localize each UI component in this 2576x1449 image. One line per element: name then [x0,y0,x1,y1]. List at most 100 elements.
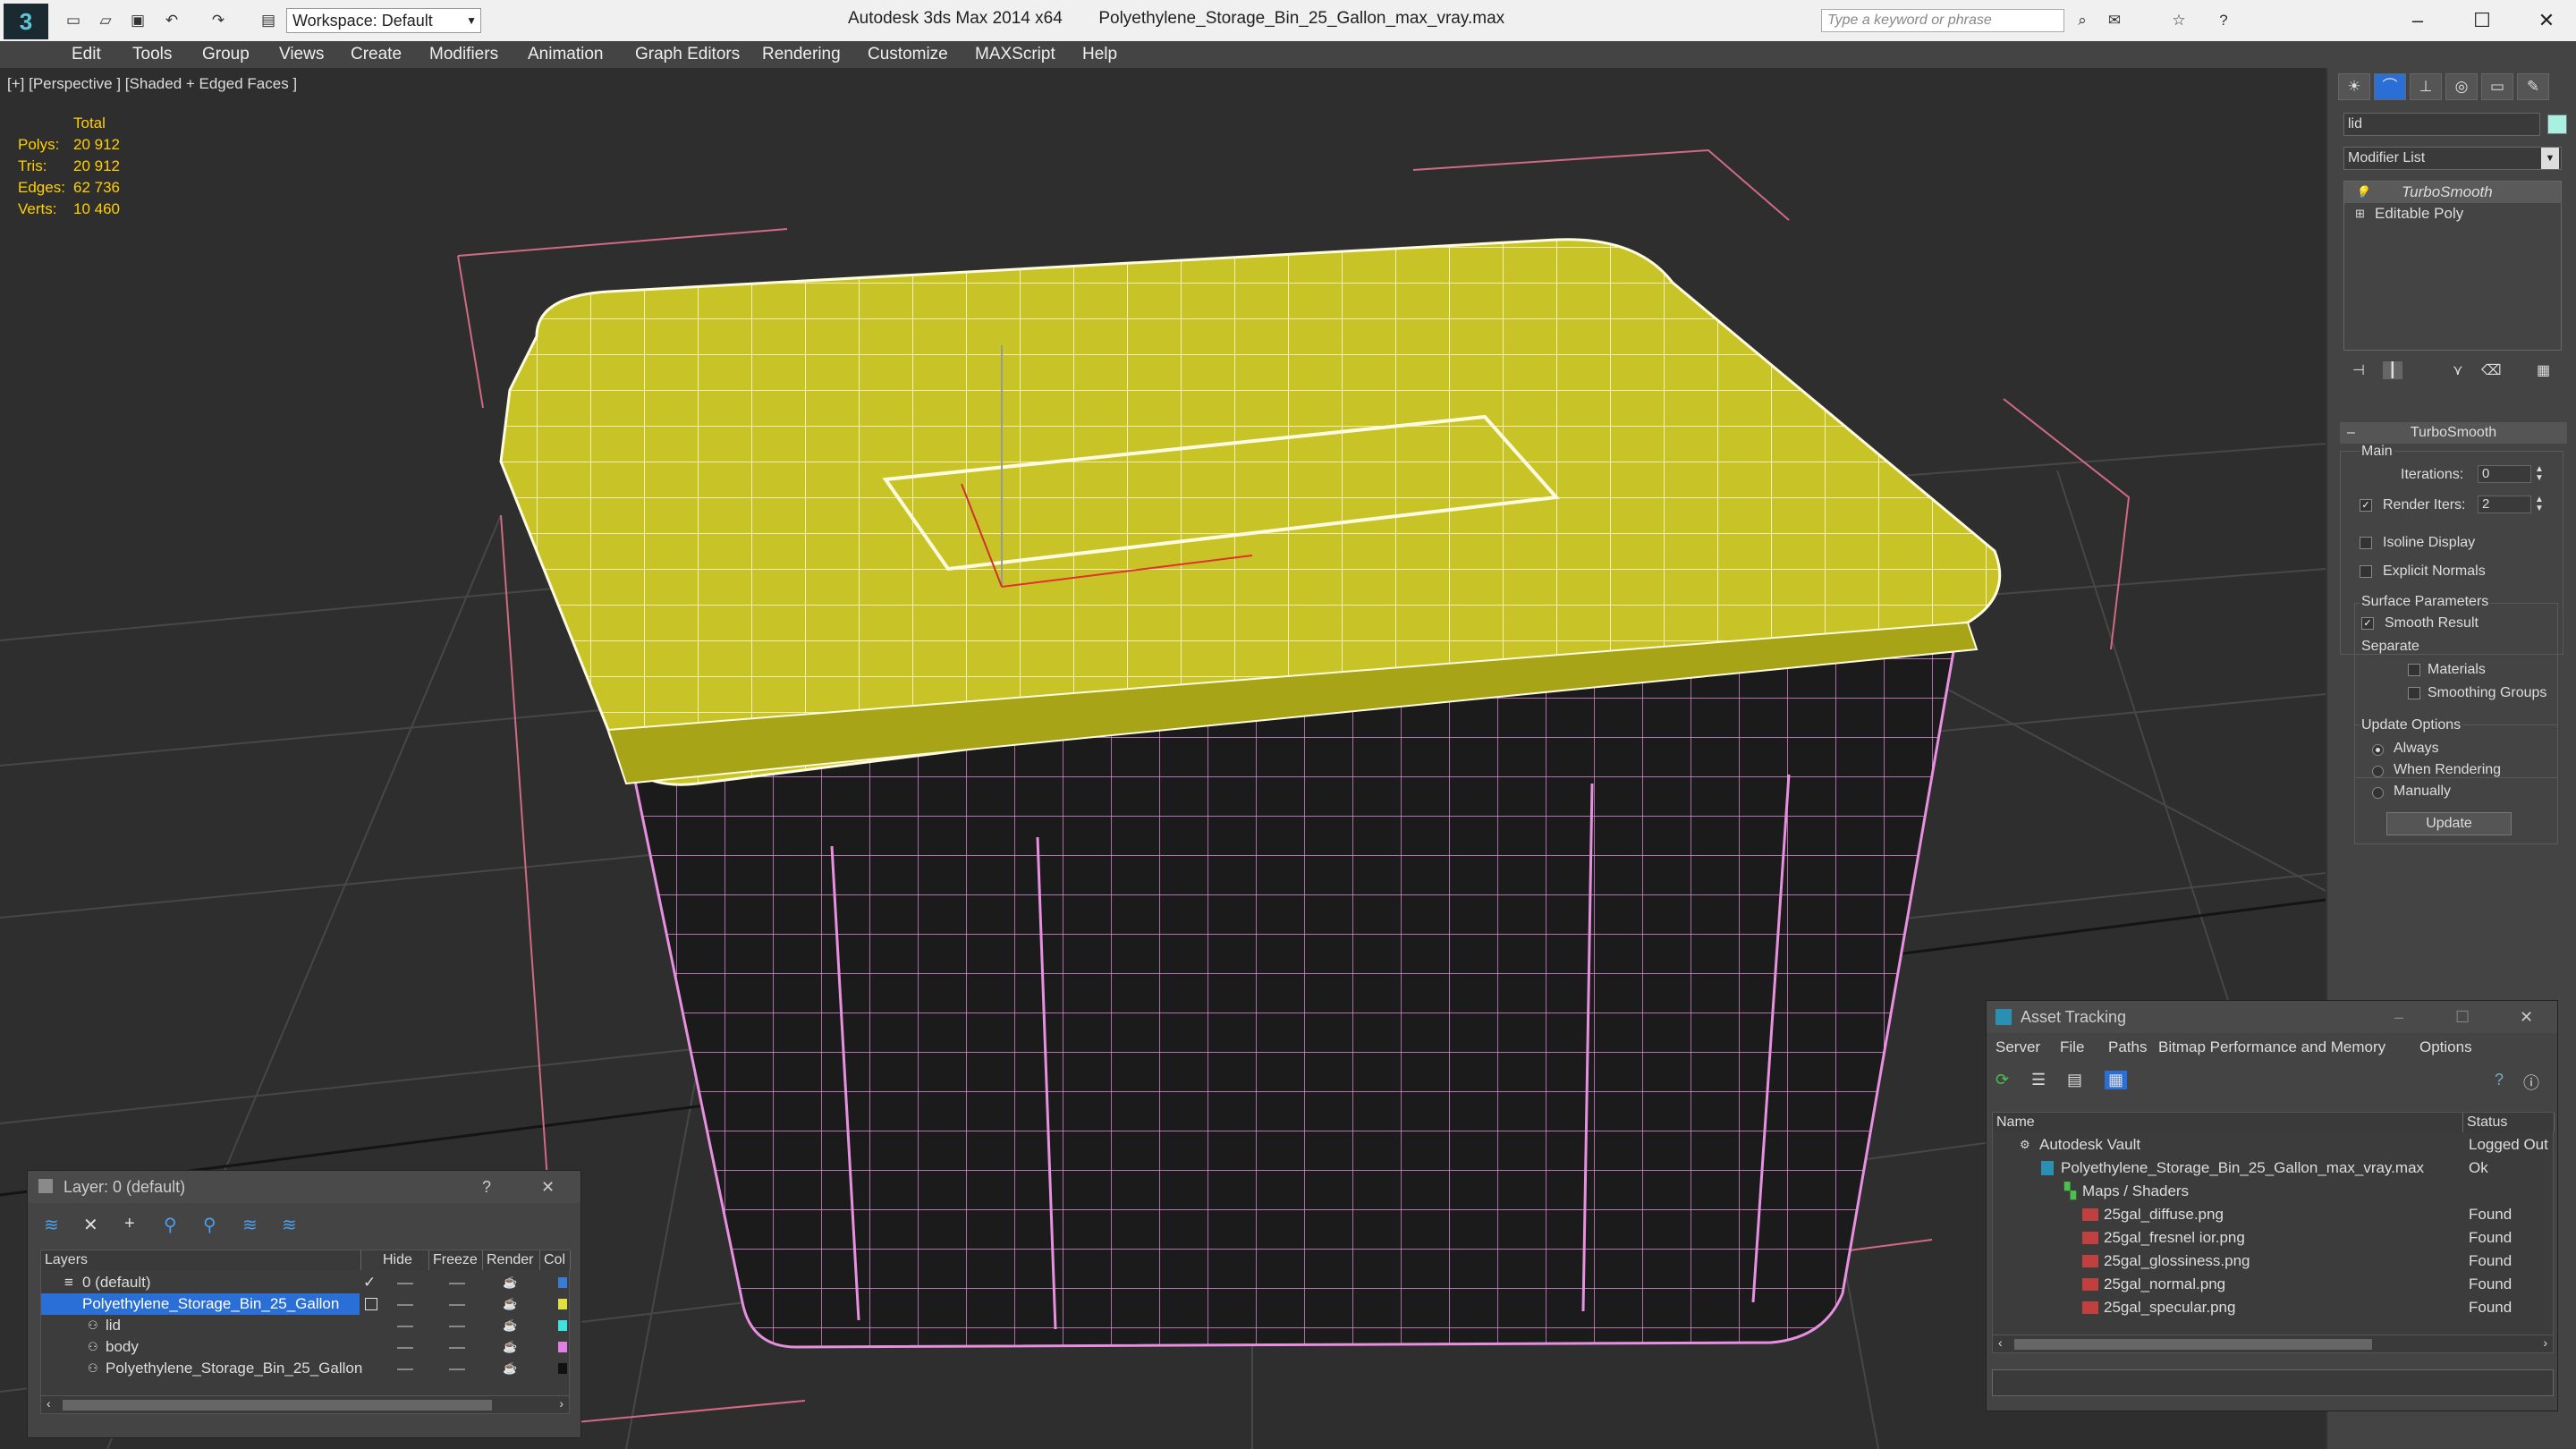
asset-row[interactable]: Polyethylene_Storage_Bin_25_Gallon_max_v… [1993,1157,2553,1179]
asset-row[interactable]: 25gal_diffuse.png Found [1993,1204,2553,1225]
project-folder-icon[interactable]: ▤ [258,11,279,30]
render-teapot-icon[interactable]: ☕ [503,1293,517,1315]
update-button[interactable]: Update [2386,812,2512,835]
pin-stack-icon[interactable]: ⊣ [2352,361,2365,379]
help-icon[interactable]: ? [2213,11,2234,30]
iterations-spinner[interactable]: 0 [2478,465,2531,483]
help-icon[interactable]: ? [2495,1071,2504,1089]
menu-create[interactable]: Create [351,45,402,64]
minimize-button[interactable]: – [2397,5,2438,36]
hide-toggle[interactable] [397,1368,413,1370]
search-field[interactable]: Type a keyword or phrase [1821,9,2064,32]
open-file-icon[interactable]: ▱ [95,11,116,30]
close-icon[interactable]: ✕ [541,1171,555,1203]
redo-icon[interactable]: ↷ [208,11,229,30]
column-name[interactable]: Name [1993,1113,2463,1132]
asset-menu-file[interactable]: File [2060,1038,2084,1056]
scroll-right-icon[interactable]: › [2543,1335,2547,1350]
table-view-icon[interactable]: ▤ [2067,1071,2082,1089]
asset-path-field[interactable] [1992,1369,2554,1396]
motion-tab-icon[interactable]: ◎ [2445,73,2478,100]
object-name-field[interactable]: lid [2343,113,2540,136]
layer-color-swatch[interactable] [558,1363,567,1374]
menu-rendering[interactable]: Rendering [762,45,841,64]
new-layer-icon[interactable]: ≋ [44,1214,59,1236]
menu-modifiers[interactable]: Modifiers [429,45,498,64]
render-teapot-icon[interactable]: ☕ [503,1315,517,1336]
column-color[interactable]: Col [540,1250,571,1270]
layer-object-row[interactable]: ⚇ lid ☕ [41,1315,571,1336]
render-teapot-icon[interactable]: ☕ [503,1272,517,1293]
asset-menu-bitmap[interactable]: Bitmap Performance and Memory [2158,1038,2385,1056]
layer-object-row[interactable]: ⚇ body ☕ [41,1336,571,1358]
favorites-icon[interactable]: ☆ [2168,11,2190,30]
refresh-icon[interactable]: ⟳ [1996,1071,2009,1089]
scroll-left-icon[interactable]: ‹ [47,1396,51,1411]
scroll-thumb[interactable] [2014,1339,2372,1350]
menu-maxscript[interactable]: MAXScript [975,45,1055,64]
asset-menu-server[interactable]: Server [1996,1038,2040,1056]
create-tab-icon[interactable]: ☀ [2338,73,2370,100]
configure-sets-icon[interactable]: ▦ [2537,361,2550,379]
list-view-icon[interactable]: ☰ [2031,1071,2046,1089]
scroll-left-icon[interactable]: ‹ [1998,1335,2003,1350]
layer-row-selected[interactable]: ≡ Polyethylene_Storage_Bin_25_Gallon ☕ [41,1293,571,1315]
menu-edit[interactable]: Edit [72,45,101,64]
layer-object-row[interactable]: ⚇ Polyethylene_Storage_Bin_25_Gallon ☕ [41,1358,571,1379]
asset-row[interactable]: ⚙ Autodesk Vault Logged Out [1993,1134,2553,1156]
help-button[interactable]: ? [482,1171,491,1203]
asset-menu-options[interactable]: Options [2419,1038,2472,1056]
menu-views[interactable]: Views [279,45,324,64]
scroll-thumb[interactable] [63,1400,492,1411]
when-rendering-radio[interactable] [2372,766,2384,777]
layer-color-swatch[interactable] [558,1342,567,1352]
spinner-arrows-icon[interactable]: ▲ ▼ [2535,496,2544,513]
smooth-result-checkbox[interactable]: ✓ [2361,617,2374,630]
hide-toggle[interactable] [397,1304,413,1306]
manually-radio[interactable] [2372,787,2384,799]
column-render[interactable]: Render [483,1250,540,1270]
horizontal-scrollbar[interactable]: ‹ › [41,1395,569,1413]
show-end-result-icon[interactable]: ┃ [2383,361,2402,379]
layer-color-swatch[interactable] [558,1299,567,1309]
select-objects-icon[interactable]: ⚲ [164,1214,177,1236]
column-layers[interactable]: Layers [41,1250,361,1270]
layer-toggle-box[interactable] [365,1298,377,1310]
maximize-button[interactable]: ☐ [2462,5,2503,36]
render-iters-checkbox[interactable]: ✓ [2360,499,2372,512]
hide-toggle[interactable] [397,1347,413,1349]
asset-window-titlebar[interactable]: Asset Tracking – ☐ ✕ [1987,1001,2557,1033]
menu-graph-editors[interactable]: Graph Editors [635,45,740,64]
maximize-icon[interactable]: ☐ [2455,1001,2470,1033]
layer-color-swatch[interactable] [558,1320,567,1331]
menu-help[interactable]: Help [1082,45,1117,64]
freeze-toggle[interactable] [449,1368,465,1370]
turbosmooth-rollout-header[interactable]: – TurboSmooth [2340,422,2567,444]
asset-row[interactable]: 25gal_specular.png Found [1993,1297,2553,1318]
close-icon[interactable]: ✕ [2520,1001,2533,1033]
add-to-layer-icon[interactable]: + [124,1214,135,1234]
hierarchy-tab-icon[interactable]: ⊥ [2410,73,2442,100]
asset-row[interactable]: 25gal_normal.png Found [1993,1274,2553,1295]
layer-row[interactable]: ≡ 0 (default) ✓ ☕ [41,1272,571,1293]
freeze-toggle[interactable] [449,1326,465,1327]
layer-window-titlebar[interactable]: Layer: 0 (default) ? ✕ [28,1171,580,1203]
modifier-list-dropdown[interactable]: Modifier List ▼ [2343,147,2562,170]
delete-layer-icon[interactable]: ✕ [83,1214,98,1236]
set-current-layer-icon[interactable]: ≋ [242,1214,258,1236]
lightbulb-icon[interactable]: 💡 [2355,182,2369,203]
asset-menu-paths[interactable]: Paths [2108,1038,2147,1056]
utilities-tab-icon[interactable]: ✎ [2517,73,2549,100]
hide-toggle[interactable] [397,1326,413,1327]
stack-item-editable-poly[interactable]: ⊞ Editable Poly [2344,203,2561,225]
undo-icon[interactable]: ↶ [161,11,182,30]
scroll-right-icon[interactable]: › [559,1396,564,1411]
isoline-display-checkbox[interactable] [2360,537,2372,549]
column-status[interactable]: Status [2463,1113,2555,1132]
modify-tab-icon[interactable]: ⌒ [2374,73,2406,100]
remove-modifier-icon[interactable]: ⌫ [2481,361,2502,379]
workspace-dropdown[interactable]: Workspace: Default ▼ [286,8,481,33]
make-unique-icon[interactable]: ⋎ [2453,361,2463,379]
menu-tools[interactable]: Tools [132,45,172,64]
grid-view-icon[interactable]: ▦ [2105,1071,2128,1089]
